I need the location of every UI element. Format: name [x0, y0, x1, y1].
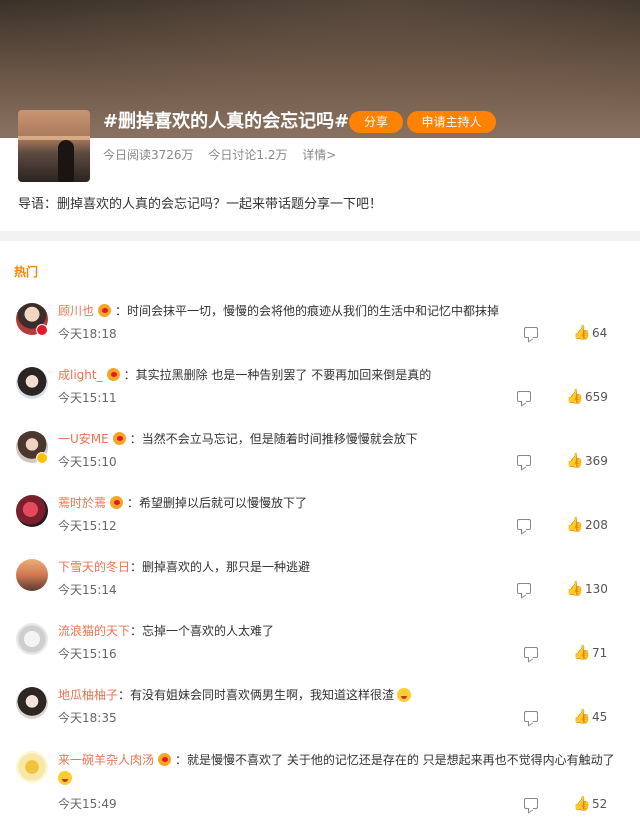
comment-time: 今天15:10: [58, 455, 117, 469]
avatar[interactable]: [16, 495, 48, 527]
comment-text: 下雪天的冬日：删掉喜欢的人，那只是一种逃避: [58, 559, 310, 575]
share-button[interactable]: 分享: [349, 111, 403, 133]
topic-thumbnail: [18, 110, 90, 182]
comment-item: 来一碗羊杂人肉汤 ：就是慢慢不喜欢了 关于他的记忆还是存在的 只是想起来再也不觉得…: [0, 751, 640, 823]
reply-icon[interactable]: [517, 391, 531, 402]
like-icon[interactable]: 👍: [573, 709, 590, 725]
comment-item: 一U安ME ：当然不会立马忘记，但是随着时间推移慢慢就会放下 今天15:10 👍 …: [0, 431, 640, 495]
comment-body: ：删掉喜欢的人，那只是一种逃避: [130, 560, 311, 574]
comment-body: ：当然不会立马忘记，但是随着时间推移慢慢就会放下: [129, 432, 418, 446]
comment-item: 蔫时於蔫 ：希望删掉以后就可以慢慢放下了 今天15:12 👍 208: [0, 495, 640, 559]
like-count: 130: [585, 582, 608, 596]
comment-item: 顾川也 ：时间会抹平一切，慢慢的会将他的痕迹从我们的生活中和记忆中都抹掉 今天18…: [0, 303, 640, 367]
comment-item: 地瓜柚柚子：有没有姐妹会同时喜欢俩男生啊，我知道这样很渣 今天18:35 👍 4…: [0, 687, 640, 751]
like-count: 659: [585, 390, 608, 404]
reply-icon[interactable]: [524, 327, 538, 338]
reply-icon[interactable]: [524, 647, 538, 658]
like-count: 369: [585, 454, 608, 468]
comment-body: ：时间会抹平一切，慢慢的会将他的痕迹从我们的生活中和记忆中都抹掉: [115, 304, 500, 318]
like-count: 45: [592, 710, 608, 724]
like-count: 52: [592, 797, 608, 811]
topic-stats: 今日阅读3726万 今日讨论1.2万 详情>: [103, 146, 347, 163]
reply-icon[interactable]: [517, 583, 531, 594]
crying-face-icon: [397, 688, 412, 702]
like-icon[interactable]: 👍: [566, 581, 583, 597]
like-count: 64: [592, 326, 608, 340]
comment-username[interactable]: 成light_: [58, 368, 103, 382]
like-icon[interactable]: 👍: [566, 517, 583, 533]
fan-medal-icon: [157, 753, 173, 766]
reply-icon[interactable]: [517, 455, 531, 466]
comment-item: 流浪猫的天下：忘掉一个喜欢的人太难了 今天15:16 👍 71: [0, 623, 640, 687]
like-icon[interactable]: 👍: [573, 325, 590, 341]
details-link[interactable]: 详情>: [302, 148, 336, 162]
topic-title: #删掉喜欢的人真的会忘记吗#: [103, 111, 350, 132]
comment-time: 今天15:49: [58, 797, 117, 811]
comment-time: 今天18:18: [58, 327, 117, 341]
avatar[interactable]: [16, 559, 48, 591]
comment-time: 今天18:35: [58, 711, 117, 725]
comment-text: 成light_ ：其实拉黑删除 也是一种告别罢了 不要再加回来倒是真的: [58, 367, 431, 383]
comment-text: 顾川也 ：时间会抹平一切，慢慢的会将他的痕迹从我们的生活中和记忆中都抹掉: [58, 303, 499, 319]
comment-text: 流浪猫的天下：忘掉一个喜欢的人太难了: [58, 623, 274, 639]
like-icon[interactable]: 👍: [573, 796, 590, 812]
sad-face-icon: [58, 771, 72, 785]
reply-icon[interactable]: [524, 798, 538, 809]
comment-text: 来一碗羊杂人肉汤 ：就是慢慢不喜欢了 关于他的记忆还是存在的 只是想起来再也不觉得…: [58, 751, 618, 787]
comment-body: ：忘掉一个喜欢的人太难了: [130, 624, 275, 638]
comment-body: ：有没有姐妹会同时喜欢俩男生啊，我知道这样很渣: [118, 688, 395, 702]
comment-username[interactable]: 来一碗羊杂人肉汤: [58, 753, 154, 767]
comment-username[interactable]: 下雪天的冬日: [58, 560, 130, 574]
section-divider: [0, 231, 640, 241]
avatar[interactable]: [16, 751, 48, 783]
avatar[interactable]: [16, 623, 48, 655]
reads-count: 今日阅读3726万: [103, 148, 194, 162]
verified-badge-icon: [36, 324, 48, 336]
comment-body: ：希望删掉以后就可以慢慢放下了: [127, 496, 308, 510]
avatar[interactable]: [16, 367, 48, 399]
like-count: 208: [585, 518, 608, 532]
like-icon[interactable]: 👍: [573, 645, 590, 661]
comment-username[interactable]: 蔫时於蔫: [58, 496, 106, 510]
reply-icon[interactable]: [524, 711, 538, 722]
fan-medal-icon: [112, 432, 128, 445]
fan-medal-icon: [106, 368, 122, 381]
comment-text: 一U安ME ：当然不会立马忘记，但是随着时间推移慢慢就会放下: [58, 431, 418, 447]
like-count: 71: [592, 646, 608, 660]
comment-username[interactable]: 顾川也: [58, 304, 94, 318]
comment-username[interactable]: 一U安ME: [58, 432, 109, 446]
comment-username[interactable]: 流浪猫的天下: [58, 624, 130, 638]
topic-intro: 导语：删掉喜欢的人真的会忘记吗？一起来带话题分享一下吧！: [18, 197, 383, 212]
hot-section-label: 热门: [14, 265, 39, 279]
comment-time: 今天15:11: [58, 391, 117, 405]
comment-text: 地瓜柚柚子：有没有姐妹会同时喜欢俩男生啊，我知道这样很渣: [58, 687, 412, 703]
comment-username[interactable]: 地瓜柚柚子: [58, 688, 118, 702]
reply-icon[interactable]: [517, 519, 531, 530]
verified-badge-icon: [36, 452, 48, 464]
avatar[interactable]: [16, 687, 48, 719]
fan-medal-icon: [109, 496, 125, 509]
comment-body: ：就是慢慢不喜欢了 关于他的记忆还是存在的 只是想起来再也不觉得内心有触动了: [175, 753, 615, 767]
comment-time: 今天15:12: [58, 519, 117, 533]
apply-host-button[interactable]: 申请主持人: [407, 111, 496, 133]
like-icon[interactable]: 👍: [566, 453, 583, 469]
comment-time: 今天15:14: [58, 583, 117, 597]
like-icon[interactable]: 👍: [566, 389, 583, 405]
discussions-count: 今日讨论1.2万: [208, 148, 288, 162]
fan-medal-icon: [97, 304, 113, 317]
comment-text: 蔫时於蔫 ：希望删掉以后就可以慢慢放下了: [58, 495, 307, 511]
comment-item: 下雪天的冬日：删掉喜欢的人，那只是一种逃避 今天15:14 👍 130: [0, 559, 640, 623]
comment-time: 今天15:16: [58, 647, 117, 661]
comment-body: ：其实拉黑删除 也是一种告别罢了 不要再加回来倒是真的: [123, 368, 432, 382]
comment-item: 成light_ ：其实拉黑删除 也是一种告别罢了 不要再加回来倒是真的 今天15:…: [0, 367, 640, 431]
